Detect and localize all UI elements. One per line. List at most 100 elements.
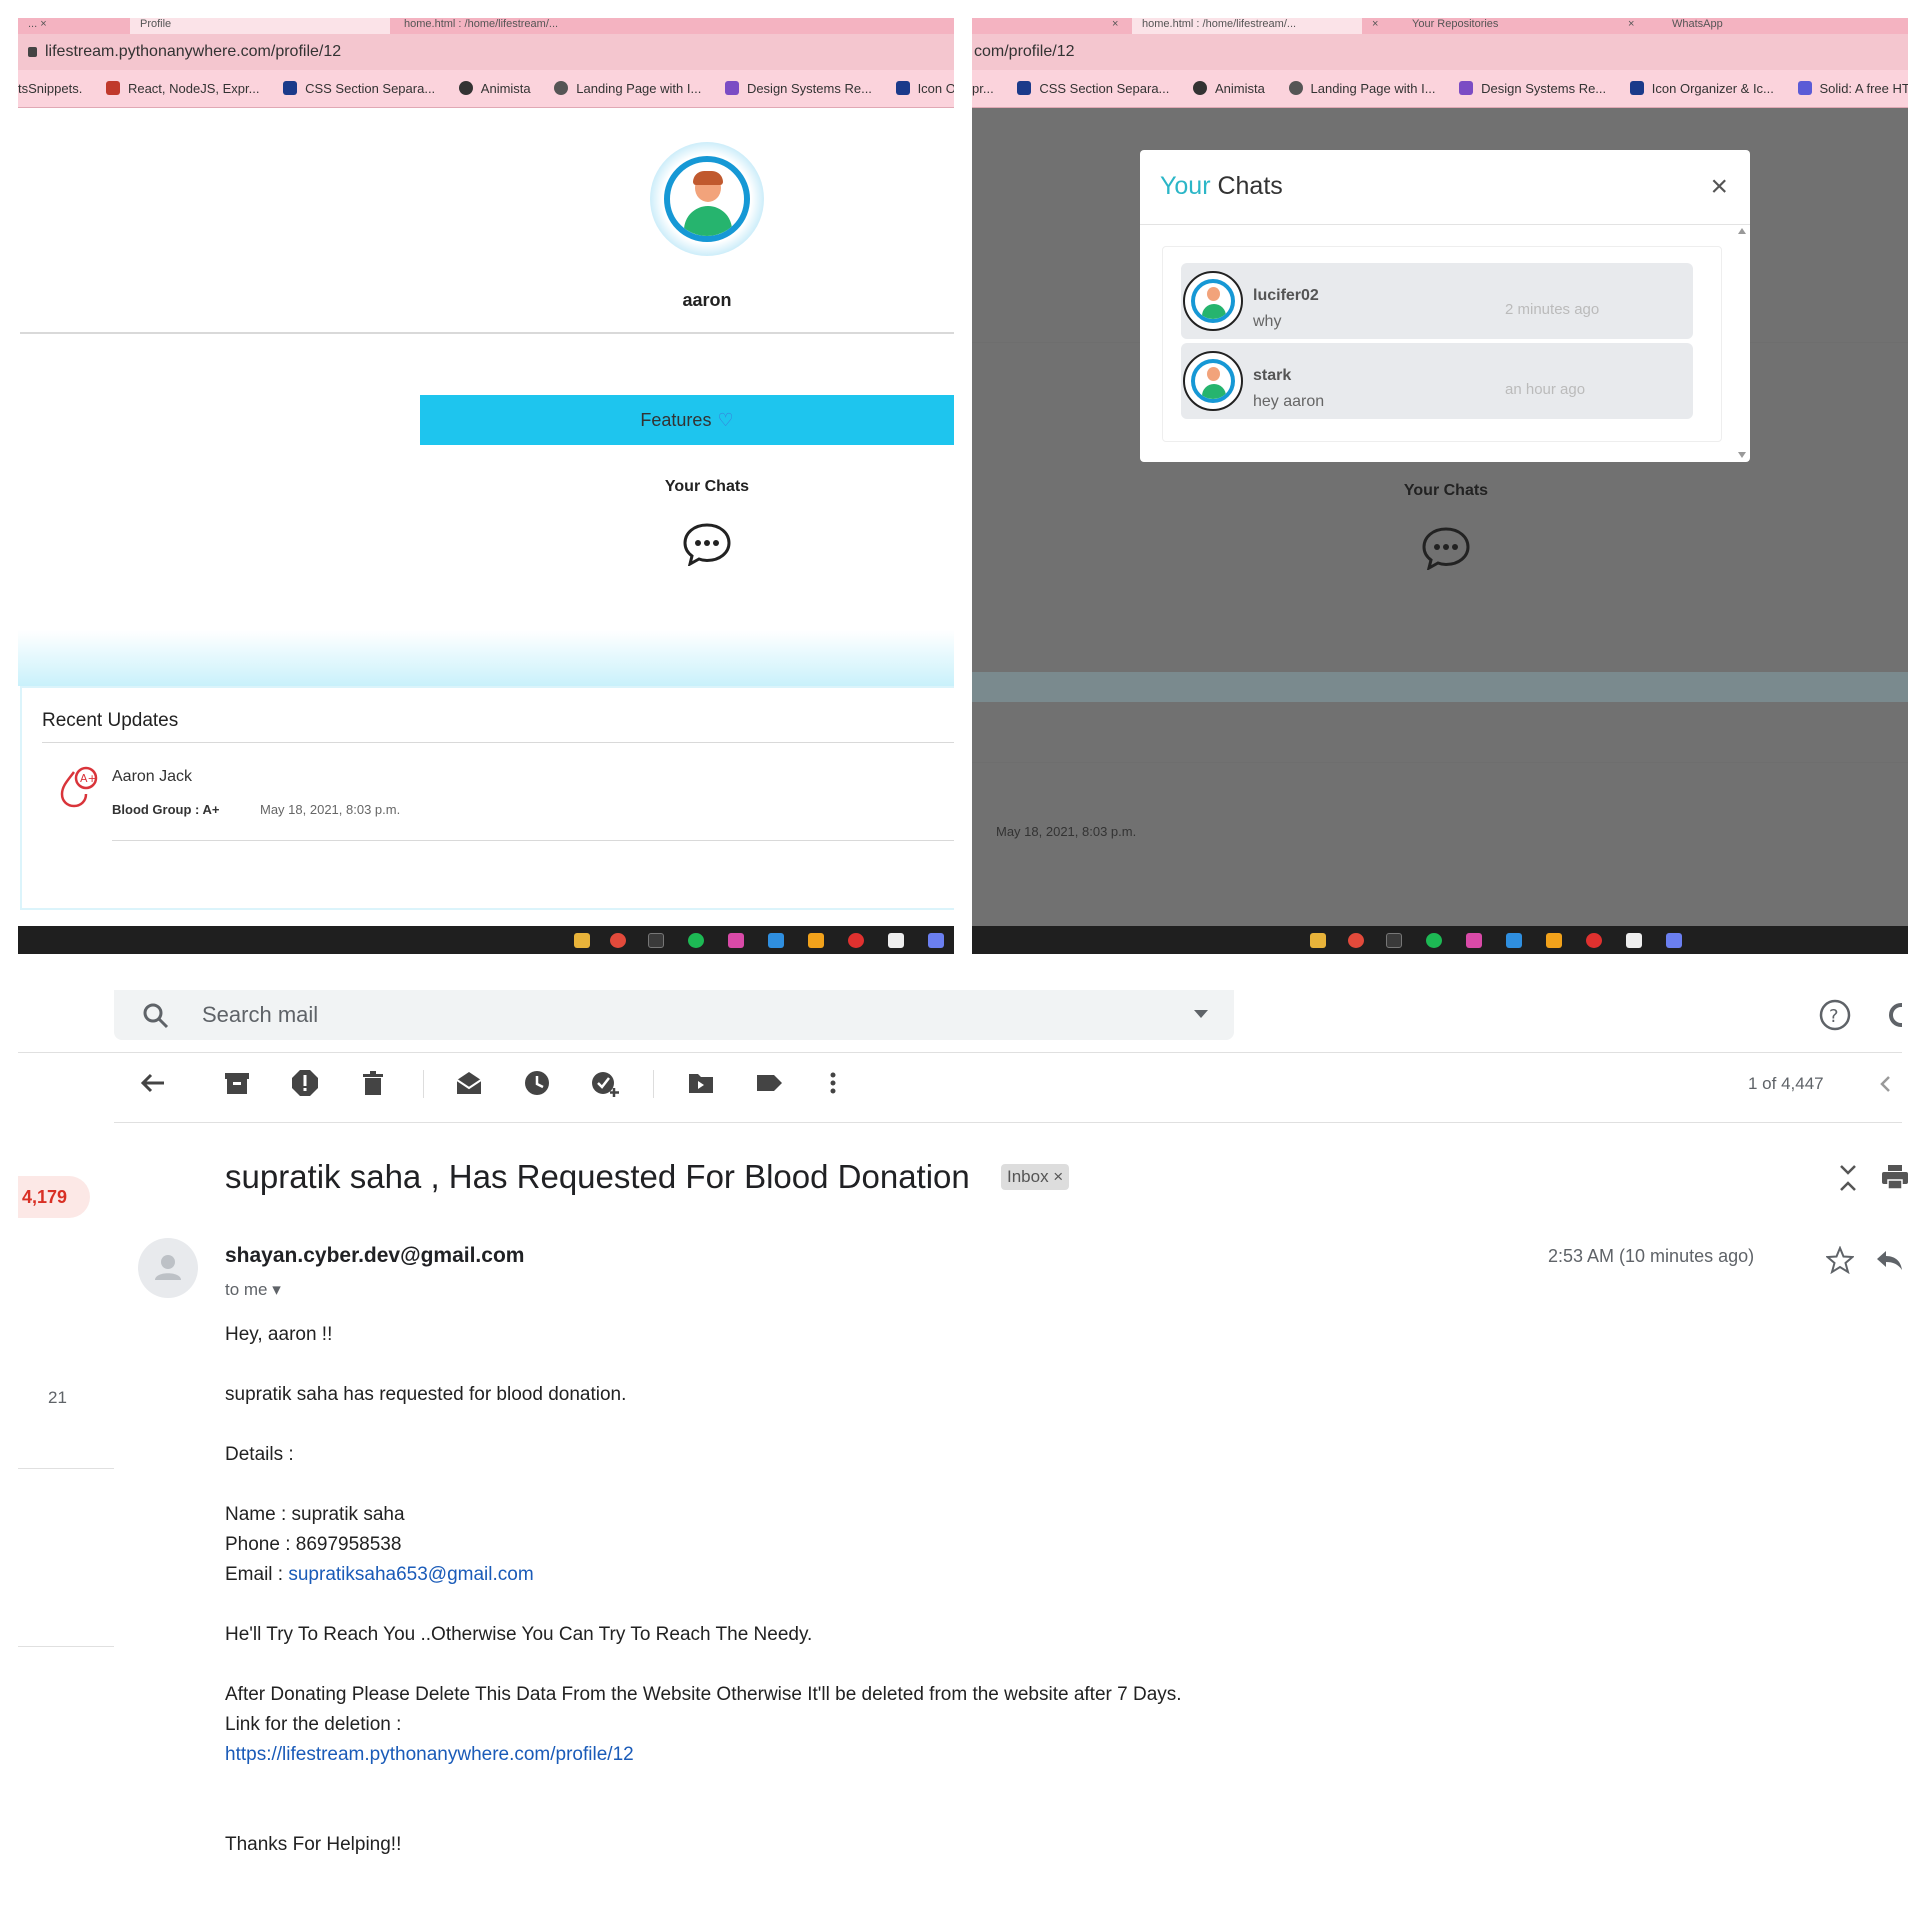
delete-icon[interactable] [358,1068,388,1098]
divider [112,840,954,841]
bookmark-item[interactable]: Solid: A free HTM [1797,70,1908,107]
label-icon[interactable] [754,1068,784,1098]
app-icon[interactable] [728,933,744,948]
email-link[interactable]: supratiksaha653@gmail.com [288,1564,533,1585]
move-to-icon[interactable] [686,1068,716,1098]
back-icon[interactable] [138,1068,168,1098]
taskbar [18,926,954,954]
bookmark-item[interactable]: Icon Organizer & Ic... [1629,70,1774,107]
chat-item[interactable]: stark hey aaron an hour ago [1181,343,1693,419]
deletion-link[interactable]: https://lifestream.pythonanywhere.com/pr… [225,1744,634,1766]
report-spam-icon[interactable] [290,1068,320,1098]
chat-item[interactable]: lucifer02 why 2 minutes ago [1181,263,1693,339]
settings-icon[interactable] [1884,998,1902,1032]
divider [114,1122,1902,1123]
explorer-icon[interactable] [574,933,590,948]
bookmark-item[interactable]: Landing Page with I... [554,70,701,107]
bookmark-label: Icon Organizer & Ic... [1651,81,1774,96]
bookmark-item[interactable]: tsSnippets. [18,70,82,107]
help-icon[interactable]: ? [1818,998,1852,1032]
chat-bubble-icon[interactable] [1421,526,1471,570]
tab-1[interactable]: ... × [18,18,128,34]
sender-email[interactable]: shayan.cyber.dev@gmail.com [225,1244,524,1268]
tab-close[interactable]: × [1362,18,1392,34]
reply-icon[interactable] [1874,1246,1904,1274]
vscode-icon[interactable] [768,933,784,948]
star-icon[interactable] [1826,1246,1854,1274]
tab-home[interactable]: home.html : /home/lifestream/... [1132,18,1362,34]
pycharm-icon[interactable] [888,933,904,948]
search-icon[interactable] [142,1002,170,1030]
bookmark-item[interactable]: Animista [458,70,531,107]
scrollbar[interactable] [1738,228,1746,458]
bookmark-item[interactable]: Icon Orga [895,70,954,107]
chrome-icon[interactable] [610,933,626,948]
tab-profile[interactable]: Profile [130,18,390,34]
chat-bubble-icon[interactable] [682,522,732,566]
bookmark-item[interactable]: React, NodeJS, Expr... [105,70,259,107]
search-app-icon[interactable] [1546,933,1562,948]
divider [20,332,954,334]
heart-icon: ♡ [717,410,734,430]
close-icon[interactable]: × [1710,172,1728,202]
tab-close[interactable]: × [1618,18,1648,34]
explorer-icon[interactable] [1310,933,1326,948]
avatar-body [1202,304,1226,319]
bookmark-label: Solid: A free HTM [1819,81,1908,96]
chrome-icon[interactable] [1348,933,1364,948]
mark-unread-icon[interactable] [454,1068,484,1098]
chevron-left-icon[interactable] [1878,1074,1892,1094]
body-after: After Donating Please Delete This Data F… [225,1684,1182,1705]
search-app-icon[interactable] [808,933,824,948]
recipient-dropdown[interactable]: to me ▾ [225,1280,281,1300]
divider [18,1468,114,1469]
opera-icon[interactable] [848,933,864,948]
print-icon[interactable] [1880,1162,1910,1192]
bookmark-icon [895,81,910,95]
address-bar[interactable]: com/profile/12 [972,34,1908,70]
bookmark-item[interactable]: Design Systems Re... [1459,70,1606,107]
bookmark-item[interactable]: CSS Section Separa... [1017,70,1169,107]
tab-close[interactable]: × [1102,18,1132,34]
snooze-icon[interactable] [522,1068,552,1098]
add-to-tasks-icon[interactable] [590,1068,620,1098]
email-label: Email : [225,1564,289,1585]
search-input[interactable]: Search mail [114,990,1234,1040]
opera-icon[interactable] [1586,933,1602,948]
features-button[interactable]: Features ♡ [420,395,954,445]
vscode-icon[interactable] [1506,933,1522,948]
bookmark-icon [554,81,569,95]
unread-count-badge[interactable]: 4,179 [18,1176,90,1218]
bookmark-item[interactable]: Design Systems Re... [724,70,872,107]
browser-window-chats: × home.html : /home/lifestream/... × You… [972,18,1908,954]
search-options-icon[interactable] [1194,1010,1208,1019]
address-bar[interactable]: lifestream.pythonanywhere.com/profile/12 [18,34,954,70]
bookmark-item[interactable]: Animista [1193,70,1265,107]
tab-repositories[interactable]: Your Repositories [1402,18,1602,34]
inbox-label-chip[interactable]: Inbox × [1001,1164,1070,1190]
pycharm-icon[interactable] [1626,933,1642,948]
bookmark-item[interactable]: pr... [972,70,994,107]
bookmark-label: Animista [480,81,531,96]
tab-home[interactable]: home.html : /home/lifestream/... [394,18,654,34]
body-name: Name : supratik saha [225,1504,405,1525]
discord-icon[interactable] [928,933,944,948]
archive-icon[interactable] [222,1068,252,1098]
more-options-icon[interactable] [818,1068,848,1098]
message-time: 2:53 AM (10 minutes ago) [1548,1246,1755,1266]
avatar-body [684,206,732,236]
app-icon[interactable] [648,933,664,948]
bookmark-item[interactable]: Landing Page with I... [1288,70,1436,107]
discord-icon[interactable] [1666,933,1682,948]
tab-whatsapp[interactable]: WhatsApp [1662,18,1862,34]
collapse-icon[interactable] [1836,1162,1860,1194]
spotify-icon[interactable] [1426,933,1442,948]
chat-name: lucifer02 [1253,287,1319,304]
update-blood-group: Blood Group : A+ [112,802,220,817]
bookmark-item[interactable]: CSS Section Separa... [283,70,435,107]
side-count: 21 [48,1388,67,1407]
spotify-icon[interactable] [688,933,704,948]
svg-text:A+: A+ [80,772,97,785]
app-icon[interactable] [1466,933,1482,948]
app-icon[interactable] [1386,933,1402,948]
